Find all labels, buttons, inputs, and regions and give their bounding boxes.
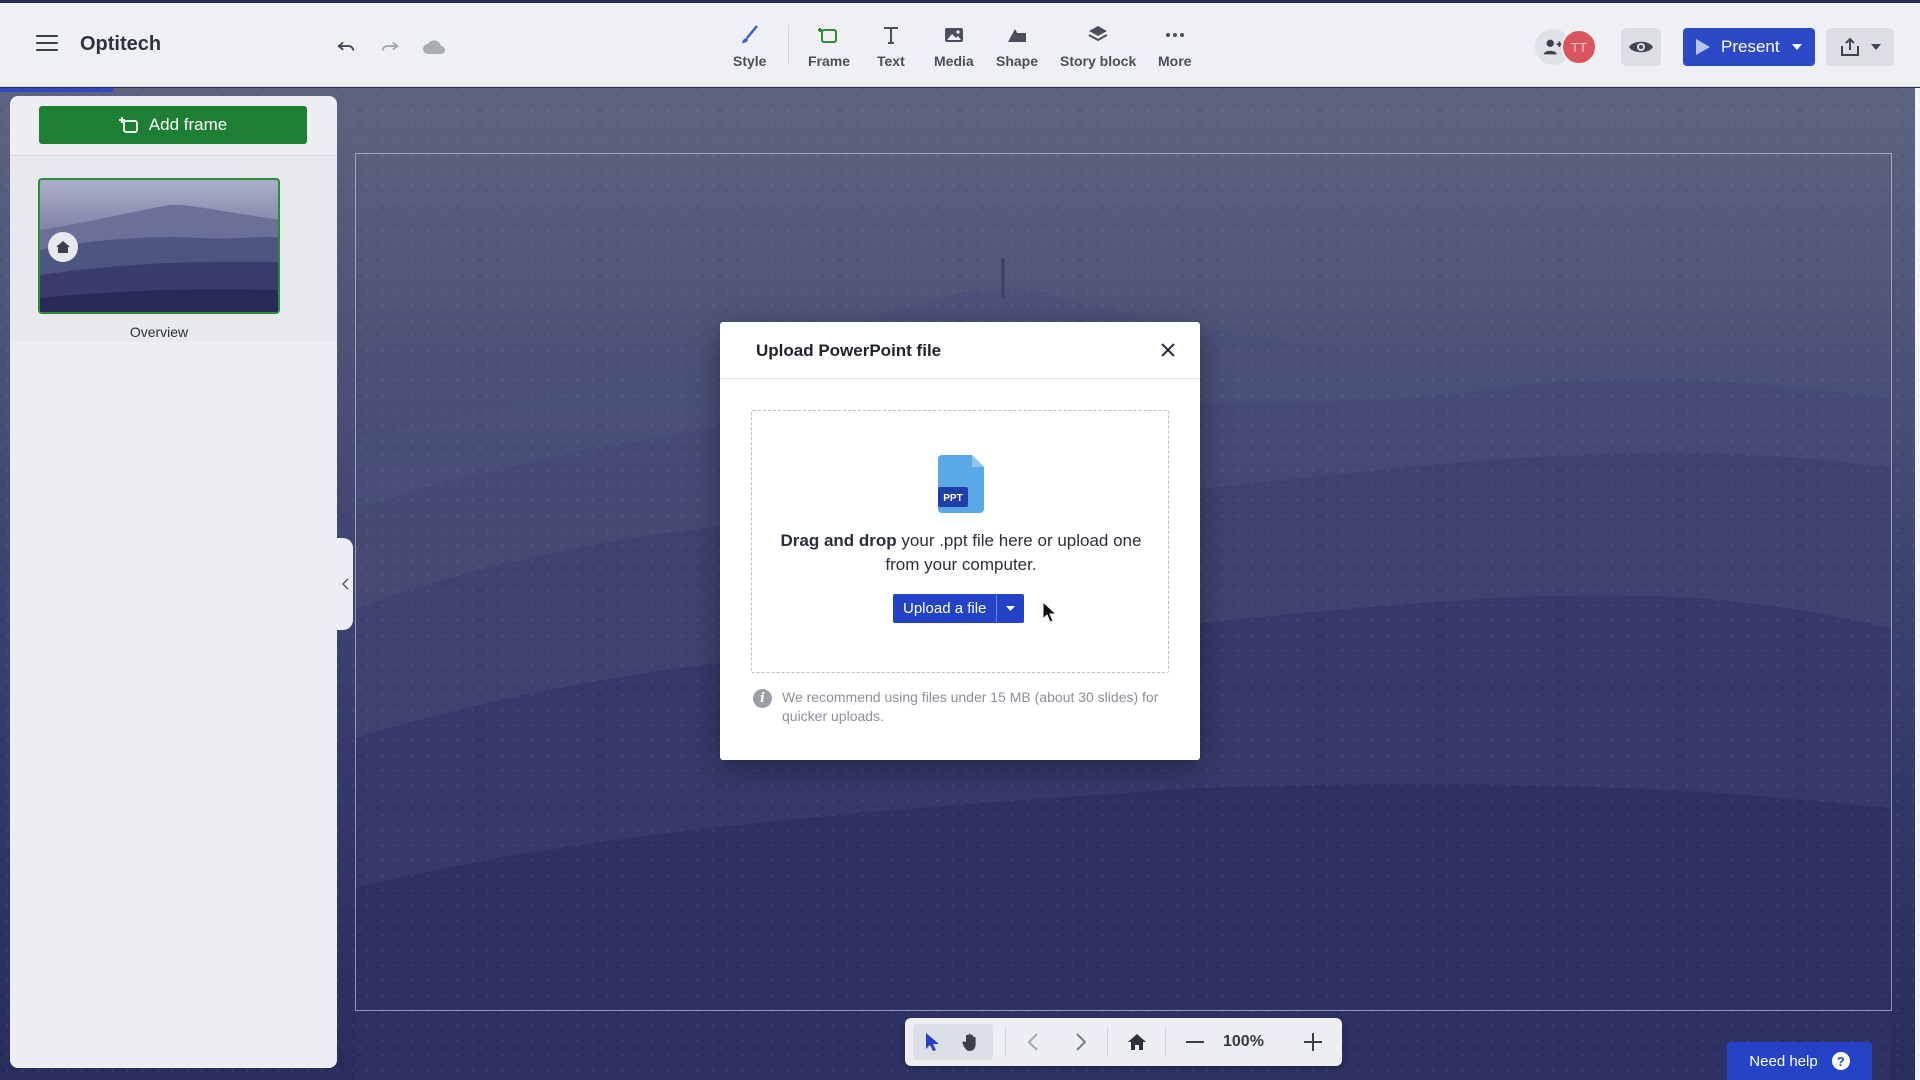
tool-label: Story block xyxy=(1060,53,1137,69)
dialog-title: Upload PowerPoint file xyxy=(756,341,942,360)
chevron-down-icon xyxy=(1871,44,1881,50)
more-icon xyxy=(1165,33,1184,37)
chevron-left-icon xyxy=(341,578,349,590)
file-dropzone[interactable]: PPT Drag and drop your .ppt file here or… xyxy=(751,410,1169,673)
ppt-file-icon: PPT xyxy=(938,455,984,513)
toolbar-divider xyxy=(788,25,789,65)
present-label: Present xyxy=(1721,37,1780,56)
toolbar-divider xyxy=(1005,1028,1006,1056)
help-label: Need help xyxy=(1749,1052,1818,1070)
previous-frame-icon[interactable] xyxy=(1019,1028,1047,1056)
tool-more[interactable]: More xyxy=(1158,23,1191,69)
chevron-down-icon xyxy=(1791,44,1802,50)
cloud-saved-icon xyxy=(420,33,448,61)
drop-bold-text: Drag and drop xyxy=(780,531,897,550)
frames-sidebar: Add frame Overview xyxy=(10,96,337,1068)
present-button[interactable]: Present xyxy=(1683,28,1815,66)
eye-icon xyxy=(1629,41,1653,53)
export-icon xyxy=(1841,37,1859,56)
select-pointer-icon[interactable] xyxy=(919,1028,947,1056)
image-icon xyxy=(944,28,963,42)
add-frame-label: Add frame xyxy=(148,115,228,134)
tool-label: Text xyxy=(877,53,905,69)
close-icon[interactable] xyxy=(1158,340,1178,360)
brush-icon xyxy=(741,25,758,43)
tool-label: More xyxy=(1158,53,1192,69)
text-icon xyxy=(883,27,898,44)
hand-pan-icon[interactable] xyxy=(957,1028,985,1056)
tool-story-block[interactable]: Story block xyxy=(1060,23,1136,69)
collaborators[interactable]: TT xyxy=(1535,29,1601,65)
question-icon: ? xyxy=(1831,1052,1850,1070)
tool-style[interactable]: Style xyxy=(733,23,766,69)
redo-icon[interactable] xyxy=(376,33,404,61)
app-window: Optitech Style Frame Text Media Shape St… xyxy=(0,0,1920,1080)
tool-frame[interactable]: Frame xyxy=(808,23,850,69)
upload-options-button[interactable] xyxy=(996,594,1025,623)
tool-media[interactable]: Media xyxy=(934,23,974,69)
play-icon xyxy=(1696,39,1710,55)
frame-thumbnail-overview[interactable] xyxy=(38,178,280,314)
upload-powerpoint-dialog: Upload PowerPoint file PPT Drag and drop… xyxy=(720,322,1200,760)
sidebar-header: Add frame xyxy=(10,96,337,156)
top-toolbar: Optitech Style Frame Text Media Shape St… xyxy=(0,3,1920,87)
shape-icon xyxy=(1008,29,1026,42)
add-frame-icon xyxy=(118,117,138,133)
presentation-title[interactable]: Optitech xyxy=(80,33,161,56)
drop-rest-text: your .ppt file here or upload one from y… xyxy=(885,531,1142,574)
avatar[interactable]: TT xyxy=(1561,29,1597,65)
window-edge xyxy=(1915,88,1920,1080)
ppt-badge-text: PPT xyxy=(943,493,962,504)
upload-file-button[interactable]: Upload a file xyxy=(893,594,997,623)
tool-label: Media xyxy=(934,53,974,69)
zoom-level[interactable]: 100% xyxy=(1223,1033,1264,1051)
mouse-cursor-icon xyxy=(1042,601,1058,623)
toolbar-divider xyxy=(1165,1028,1166,1056)
info-icon: i xyxy=(753,689,772,708)
tool-text[interactable]: Text xyxy=(877,23,905,69)
dropzone-instructions: Drag and drop your .ppt file here or upl… xyxy=(772,529,1150,577)
add-frame-button[interactable]: Add frame xyxy=(39,106,307,144)
collapse-sidebar-button[interactable] xyxy=(337,538,353,630)
tool-label: Shape xyxy=(996,53,1039,69)
home-icon[interactable] xyxy=(1123,1028,1151,1056)
upload-button-group: Upload a file xyxy=(893,594,1025,623)
chevron-down-icon xyxy=(1006,606,1016,611)
layers-icon xyxy=(1088,26,1108,42)
tool-label: Style xyxy=(733,53,767,69)
zoom-out-icon[interactable] xyxy=(1181,1028,1209,1056)
zoom-in-icon[interactable] xyxy=(1299,1028,1327,1056)
preview-button[interactable] xyxy=(1621,28,1661,66)
panel-accent-strip xyxy=(0,88,113,92)
upload-recommendation: i We recommend using files under 15 MB (… xyxy=(753,688,1173,726)
tool-shape[interactable]: Shape xyxy=(996,23,1038,69)
frame-label: Overview xyxy=(129,324,189,340)
info-text: We recommend using files under 15 MB (ab… xyxy=(782,689,1159,724)
frame-list: Overview xyxy=(10,157,337,342)
toolbar-divider xyxy=(1107,1028,1108,1056)
home-icon xyxy=(48,232,78,262)
dialog-header: Upload PowerPoint file xyxy=(720,322,1200,379)
undo-icon[interactable] xyxy=(332,33,360,61)
need-help-button[interactable]: Need help ? xyxy=(1727,1042,1872,1080)
menu-icon[interactable] xyxy=(36,35,58,53)
tool-label: Frame xyxy=(808,53,851,69)
frame-icon xyxy=(818,28,838,43)
export-button[interactable] xyxy=(1826,28,1894,66)
navigation-toolbar: 100% xyxy=(905,1018,1342,1066)
next-frame-icon[interactable] xyxy=(1067,1028,1095,1056)
